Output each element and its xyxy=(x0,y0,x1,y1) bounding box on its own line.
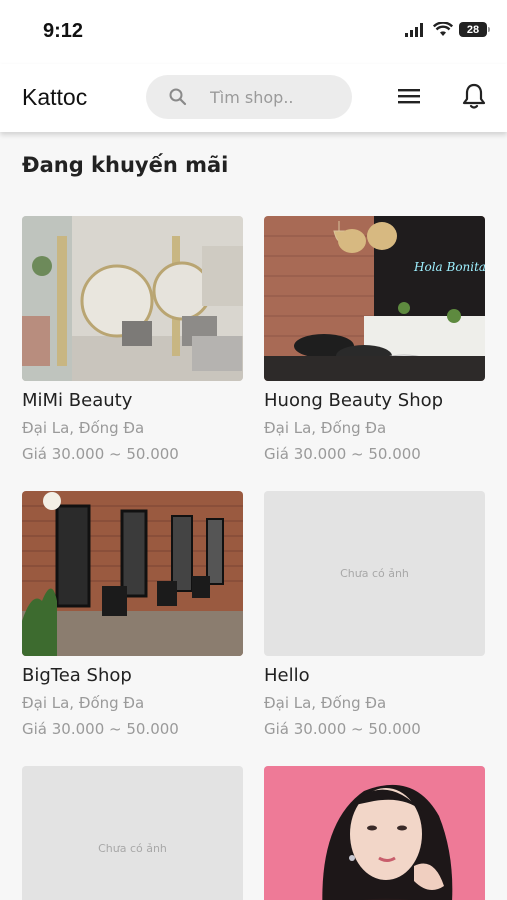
shop-card[interactable]: Chưa có ảnh xyxy=(22,766,243,900)
portrait-image xyxy=(264,766,485,900)
no-image-text: Chưa có ảnh xyxy=(98,842,167,855)
status-bar: 9:12 28 xyxy=(0,0,507,64)
shop-card[interactable]: BigTea Shop Đại La, Đống Đa Giá 30.000 ~… xyxy=(22,491,243,738)
salon-interior-image xyxy=(22,216,243,381)
battery-icon: 28 xyxy=(459,22,490,37)
bell-icon[interactable] xyxy=(461,82,487,110)
shop-address: Đại La, Đống Đa xyxy=(22,419,145,437)
wash-station-image: Hola Bonita xyxy=(264,216,485,381)
shop-card[interactable]: MiMi Beauty Đại La, Đống Đa Giá 30.000 ~… xyxy=(22,216,243,463)
menu-icon[interactable] xyxy=(398,86,420,106)
search-icon xyxy=(169,88,187,106)
search-bar[interactable] xyxy=(146,75,352,119)
shop-address: Đại La, Đống Đa xyxy=(22,694,145,712)
app-bar: Kattoc xyxy=(0,64,507,132)
main-content: Đang khuyến mãi MiMi Beauty Đại La, Đống… xyxy=(0,132,507,900)
brick-salon-image xyxy=(22,491,243,656)
signal-icon xyxy=(405,22,423,37)
search-input[interactable] xyxy=(208,86,342,108)
status-time: 9:12 xyxy=(43,20,84,42)
shop-price: Giá 30.000 ~ 50.000 xyxy=(22,445,179,463)
svg-text:Hola Bonita: Hola Bonita xyxy=(413,260,485,274)
shop-name: BigTea Shop xyxy=(22,665,132,686)
shop-image-placeholder: Chưa có ảnh xyxy=(22,766,243,900)
shop-image xyxy=(22,491,243,656)
shop-image-placeholder: Chưa có ảnh xyxy=(264,491,485,656)
shop-price: Giá 30.000 ~ 50.000 xyxy=(264,445,421,463)
shop-address: Đại La, Đống Đa xyxy=(264,694,387,712)
shop-image: Hola Bonita xyxy=(264,216,485,381)
shop-address: Đại La, Đống Đa xyxy=(264,419,387,437)
status-icons: 28 xyxy=(405,22,490,37)
app-title: Kattoc xyxy=(22,84,88,110)
shop-price: Giá 30.000 ~ 50.000 xyxy=(264,720,421,738)
shop-card[interactable]: Chưa có ảnh Hello Đại La, Đống Đa Giá 30… xyxy=(264,491,485,738)
shop-name: Huong Beauty Shop xyxy=(264,390,444,411)
shop-card[interactable] xyxy=(264,766,485,900)
shop-price: Giá 30.000 ~ 50.000 xyxy=(22,720,179,738)
shop-grid: MiMi Beauty Đại La, Đống Đa Giá 30.000 ~… xyxy=(22,216,485,900)
battery-level: 28 xyxy=(466,23,480,36)
shop-name: Hello xyxy=(264,665,310,686)
shop-image xyxy=(264,766,485,900)
shop-card[interactable]: Hola Bonita Huong Beauty Shop Đại La, Đố… xyxy=(264,216,485,463)
shop-image xyxy=(22,216,243,381)
section-title: Đang khuyến mãi xyxy=(22,153,229,177)
no-image-text: Chưa có ảnh xyxy=(340,567,409,580)
shop-name: MiMi Beauty xyxy=(22,390,133,411)
wifi-icon xyxy=(433,22,453,36)
